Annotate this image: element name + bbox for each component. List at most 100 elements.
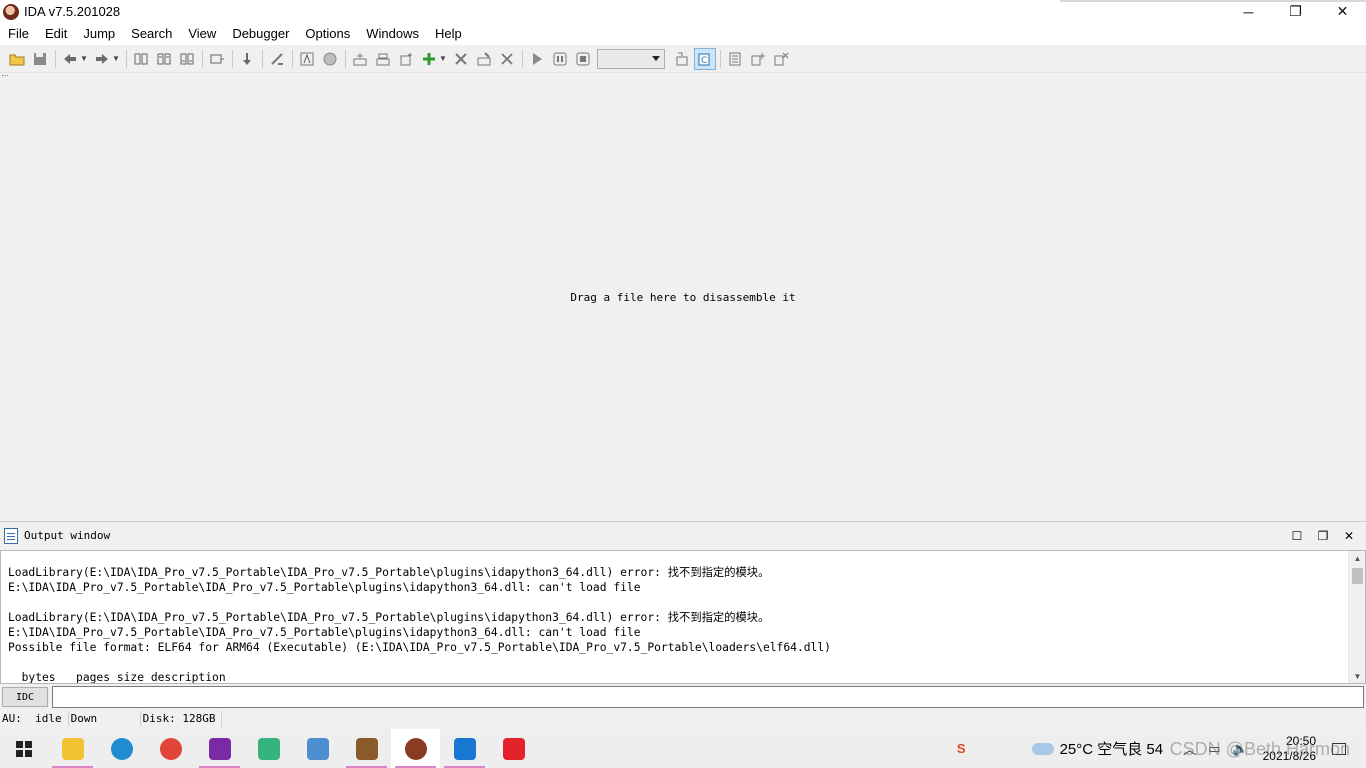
search-immediate-icon[interactable] bbox=[176, 48, 198, 70]
command-input[interactable] bbox=[52, 686, 1364, 708]
idc-language-button[interactable]: IDC bbox=[2, 687, 48, 707]
status-direction: Down bbox=[69, 711, 141, 727]
output-close-button[interactable]: ✕ bbox=[1336, 526, 1362, 546]
output-line: E:\IDA\IDA_Pro_v7.5_Portable\IDA_Pro_v7.… bbox=[8, 626, 641, 639]
ime-sogou-icon[interactable]: S bbox=[957, 741, 966, 756]
edit-function-icon[interactable] bbox=[473, 48, 495, 70]
weather-widget[interactable]: 25°C 空气良 54 bbox=[1031, 738, 1164, 759]
close-button[interactable]: ✕ bbox=[1319, 0, 1366, 23]
taskbar-app-chrome[interactable] bbox=[146, 729, 195, 768]
weather-text: 25°C 空气良 54 bbox=[1059, 741, 1164, 758]
make-data-icon[interactable] bbox=[372, 48, 394, 70]
taskbar-app-control-panel[interactable] bbox=[293, 729, 342, 768]
save-icon[interactable] bbox=[29, 48, 51, 70]
taskbar-app-edge[interactable] bbox=[97, 729, 146, 768]
menu-file[interactable]: File bbox=[0, 23, 37, 45]
disassembly-area[interactable]: Drag a file here to disassemble it bbox=[0, 73, 1366, 521]
patch-icon[interactable] bbox=[266, 48, 288, 70]
menu-view[interactable]: View bbox=[180, 23, 224, 45]
add-breakpoint-icon[interactable] bbox=[747, 48, 769, 70]
toolbar-separator bbox=[717, 48, 723, 70]
output-scrollbar[interactable]: ▲ ▼ bbox=[1348, 551, 1365, 683]
taskbar-pinned-apps bbox=[48, 729, 538, 768]
jump-down-arrow-icon[interactable] bbox=[236, 48, 258, 70]
menu-debugger[interactable]: Debugger bbox=[224, 23, 297, 45]
chrome-icon bbox=[159, 737, 182, 760]
search-binary-icon[interactable] bbox=[130, 48, 152, 70]
menu-help[interactable]: Help bbox=[427, 23, 470, 45]
toolbar: ▼ ▼ ▼ C bbox=[0, 45, 1366, 73]
output-float-button[interactable]: ❐ bbox=[1310, 526, 1336, 546]
search-next-icon[interactable] bbox=[206, 48, 228, 70]
cloud-icon bbox=[1031, 742, 1054, 755]
minimize-button[interactable]: ─ bbox=[1225, 0, 1272, 23]
youdao-icon bbox=[502, 737, 525, 760]
command-row: IDC bbox=[0, 685, 1366, 709]
unknown-app-icon bbox=[257, 737, 280, 760]
play-icon[interactable] bbox=[526, 48, 548, 70]
menu-options[interactable]: Options bbox=[297, 23, 358, 45]
undefine-circle-icon[interactable] bbox=[319, 48, 341, 70]
csdn-watermark: CSDN @Beth Harmon bbox=[1169, 739, 1350, 759]
taskbar-app-youdao[interactable] bbox=[489, 729, 538, 768]
status-disk: Disk: 128GB bbox=[141, 711, 223, 727]
delete-breakpoint-icon[interactable] bbox=[770, 48, 792, 70]
menu-windows[interactable]: Windows bbox=[358, 23, 427, 45]
output-log-text: LoadLibrary(E:\IDA\IDA_Pro_v7.5_Portable… bbox=[8, 565, 831, 684]
taskbar-app-file-explorer[interactable] bbox=[48, 729, 97, 768]
phone-link-icon bbox=[453, 737, 476, 760]
delete-x-icon[interactable] bbox=[496, 48, 518, 70]
breakpoint-list-icon[interactable] bbox=[724, 48, 746, 70]
toolbar-separator bbox=[52, 48, 58, 70]
status-bar: AU: idle Down Disk: 128GB bbox=[0, 709, 1366, 729]
forward-dropdown-icon[interactable]: ▼ bbox=[110, 48, 122, 70]
stop-icon[interactable] bbox=[572, 48, 594, 70]
file-explorer-icon bbox=[61, 737, 84, 760]
ascii-string-icon[interactable] bbox=[296, 48, 318, 70]
window-title: IDA v7.5.201028 bbox=[24, 4, 121, 19]
windows-taskbar: S 25°C 空气良 54 ︿ ▭ 🔈 20:50 2021/8/26 bbox=[0, 729, 1366, 768]
chevron-down-icon bbox=[652, 55, 660, 61]
back-dropdown-icon[interactable]: ▼ bbox=[78, 48, 90, 70]
pause-icon[interactable] bbox=[549, 48, 571, 70]
debugger-attach-icon[interactable] bbox=[671, 48, 693, 70]
drop-hint-text: Drag a file here to disassemble it bbox=[570, 291, 796, 304]
menu-edit[interactable]: Edit bbox=[37, 23, 75, 45]
scroll-up-arrow-icon[interactable]: ▲ bbox=[1349, 551, 1365, 565]
scroll-thumb[interactable] bbox=[1352, 568, 1363, 584]
output-line: LoadLibrary(E:\IDA\IDA_Pro_v7.5_Portable… bbox=[8, 566, 770, 579]
windows-start-button[interactable] bbox=[0, 729, 48, 768]
taskbar-app-winrar[interactable] bbox=[342, 729, 391, 768]
search-text-icon[interactable] bbox=[153, 48, 175, 70]
open-folder-icon[interactable] bbox=[6, 48, 28, 70]
debugger-select[interactable] bbox=[597, 48, 665, 69]
menu-bar: File Edit Jump Search View Debugger Opti… bbox=[0, 23, 1366, 45]
make-string-icon[interactable] bbox=[395, 48, 417, 70]
toolbar-separator bbox=[519, 48, 525, 70]
output-line: E:\IDA\IDA_Pro_v7.5_Portable\IDA_Pro_v7.… bbox=[8, 581, 641, 594]
restore-button[interactable]: ❐ bbox=[1272, 0, 1319, 23]
toolbar-separator bbox=[229, 48, 235, 70]
toolbar-separator bbox=[342, 48, 348, 70]
onenote-icon bbox=[208, 737, 231, 760]
menu-search[interactable]: Search bbox=[123, 23, 180, 45]
ida-icon bbox=[404, 737, 427, 760]
taskbar-app-phone-link[interactable] bbox=[440, 729, 489, 768]
svg-text:C: C bbox=[701, 56, 707, 66]
toolbar-separator bbox=[123, 48, 129, 70]
make-code-icon[interactable] bbox=[349, 48, 371, 70]
taskbar-app-unknown-app[interactable] bbox=[244, 729, 293, 768]
decompile-icon[interactable]: C bbox=[694, 47, 716, 70]
output-line: bytes pages size description bbox=[8, 671, 226, 684]
taskbar-app-onenote[interactable] bbox=[195, 729, 244, 768]
taskbar-app-ida[interactable] bbox=[391, 729, 440, 768]
output-maximize-button[interactable]: ☐ bbox=[1284, 526, 1310, 546]
add-struct-icon[interactable] bbox=[450, 48, 472, 70]
add-function-dropdown-icon[interactable]: ▼ bbox=[437, 48, 449, 70]
scroll-down-arrow-icon[interactable]: ▼ bbox=[1349, 669, 1365, 683]
ida-app-icon[interactable] bbox=[3, 3, 19, 20]
output-log[interactable]: LoadLibrary(E:\IDA\IDA_Pro_v7.5_Portable… bbox=[0, 550, 1366, 684]
output-window-header: Output window ☐ ❐ ✕ bbox=[0, 522, 1366, 549]
menu-jump[interactable]: Jump bbox=[75, 23, 123, 45]
